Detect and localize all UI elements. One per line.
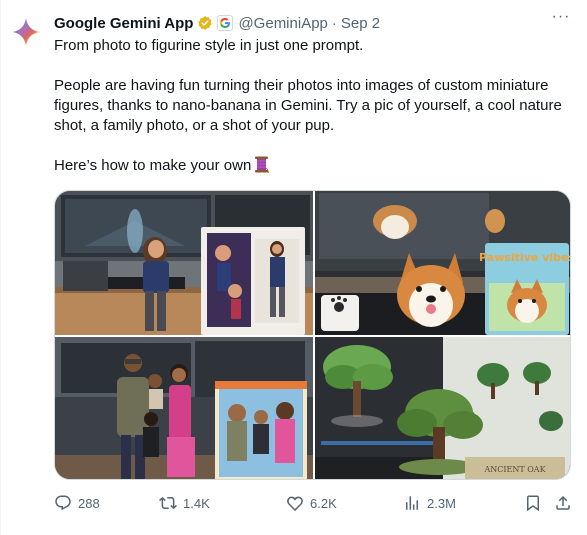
- box-label-tree: ANCIENT OAK: [483, 465, 546, 474]
- reply-button[interactable]: 288: [54, 492, 100, 514]
- share-icon: [556, 495, 570, 510]
- verified-gold-badge-icon[interactable]: [197, 15, 213, 31]
- media-image-tree-figurine[interactable]: ANCIENT OAK: [315, 337, 570, 479]
- bookmark-icon: [527, 495, 539, 512]
- like-count: 6.2K: [310, 495, 337, 511]
- post-text-paragraph-2: People are having fun turning their phot…: [54, 77, 562, 134]
- reply-icon: [55, 495, 71, 511]
- separator: ·: [331, 14, 337, 32]
- thread-spool-emoji-icon: [254, 156, 269, 174]
- google-g-icon[interactable]: [217, 15, 234, 31]
- author-name[interactable]: Google Gemini App: [54, 15, 193, 32]
- like-button[interactable]: 6.2K: [286, 492, 337, 514]
- heart-icon: [287, 496, 303, 512]
- post-header: Google Gemini App @GeminiApp · Sep 2: [54, 13, 573, 33]
- media-image-woman-figurine[interactable]: [55, 191, 313, 335]
- post-text-line-1: From photo to figurine style in just one…: [54, 37, 364, 54]
- media-image-corgi-figurine[interactable]: Pawsitive vibes: [315, 191, 571, 335]
- share-button[interactable]: [554, 492, 572, 514]
- box-label-dog: Pawsitive vibes: [479, 251, 571, 264]
- repost-icon: [159, 496, 177, 510]
- views-button[interactable]: 2.3M: [403, 492, 456, 514]
- repost-button[interactable]: 1.4K: [159, 492, 210, 514]
- view-count: 2.3M: [427, 495, 456, 511]
- repost-count: 1.4K: [183, 495, 210, 511]
- media-image-family-figurine[interactable]: [55, 337, 313, 479]
- views-chart-icon: [406, 496, 418, 510]
- action-bar: 288 1.4K 6.2K 2.3M: [54, 492, 571, 514]
- post-text-cta: Here’s how to make your own: [54, 157, 252, 174]
- bookmark-button[interactable]: [524, 492, 542, 514]
- thread-line: [0, 0, 1, 535]
- post-text: From photo to figurine style in just one…: [54, 36, 574, 176]
- media-grid: Pawsitive vibes ANCIENT OAK: [54, 190, 571, 480]
- post-date[interactable]: Sep 2: [341, 15, 380, 32]
- author-handle[interactable]: @GeminiApp: [238, 15, 327, 32]
- gemini-sparkle-icon[interactable]: [10, 16, 42, 48]
- more-options-icon[interactable]: ···: [551, 9, 571, 30]
- post-text-paragraph-3: Here’s how to make your own: [54, 156, 574, 176]
- reply-count: 288: [78, 495, 100, 511]
